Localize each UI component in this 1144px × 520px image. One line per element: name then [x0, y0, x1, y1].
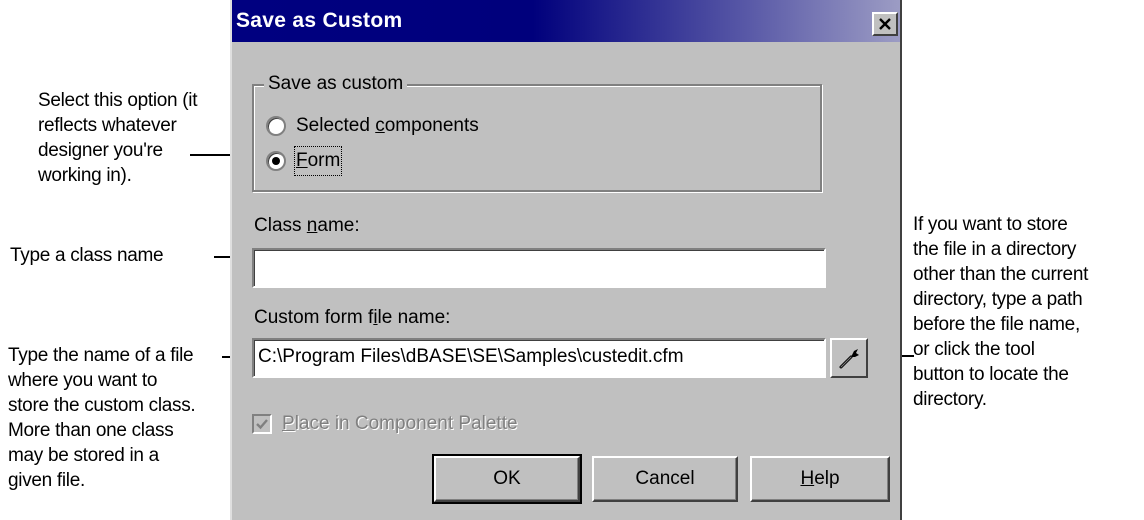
callout-tool-button: If you want to store the file in a direc… [913, 214, 1089, 410]
help-button[interactable]: Help [750, 456, 890, 502]
close-icon [879, 18, 891, 30]
callout-class-name: Type a class name [10, 245, 164, 266]
radio-form-circle[interactable] [266, 151, 286, 171]
radio-selected-components-circle[interactable] [266, 116, 286, 136]
place-in-palette-checkbox[interactable] [252, 414, 272, 434]
radio-selected-components-label: Selected components [296, 115, 479, 136]
checkmark-icon [256, 419, 268, 430]
close-button[interactable] [872, 12, 898, 36]
groupbox-legend: Save as custom [264, 72, 408, 96]
radio-selected-dot [272, 157, 280, 165]
place-in-palette-label: Place in Component Palette [282, 413, 518, 434]
callout-select-option: Select this option (it reflects whatever… [38, 90, 198, 186]
ok-button[interactable]: OK [432, 454, 582, 504]
class-name-label: Class name: [254, 215, 360, 236]
callout-file-name: Type the name of a file where you want t… [8, 345, 196, 491]
radio-selected-components[interactable]: Selected components [266, 113, 566, 139]
title-bar[interactable]: Save as Custom [232, 0, 900, 42]
cancel-button[interactable]: Cancel [592, 456, 738, 502]
file-name-label: Custom form file name: [254, 307, 451, 328]
save-as-custom-dialog: Save as Custom Save as custom Selected c… [230, 0, 902, 520]
wrench-icon [839, 349, 859, 369]
class-name-input[interactable] [252, 248, 826, 288]
radio-form[interactable]: Form [266, 146, 466, 176]
dialog-title: Save as Custom [236, 9, 403, 32]
file-name-input[interactable]: C:\Program Files\dBASE\SE\Samples\custed… [252, 338, 826, 378]
radio-form-label: Form [293, 146, 343, 176]
browse-tool-button[interactable] [830, 338, 868, 378]
